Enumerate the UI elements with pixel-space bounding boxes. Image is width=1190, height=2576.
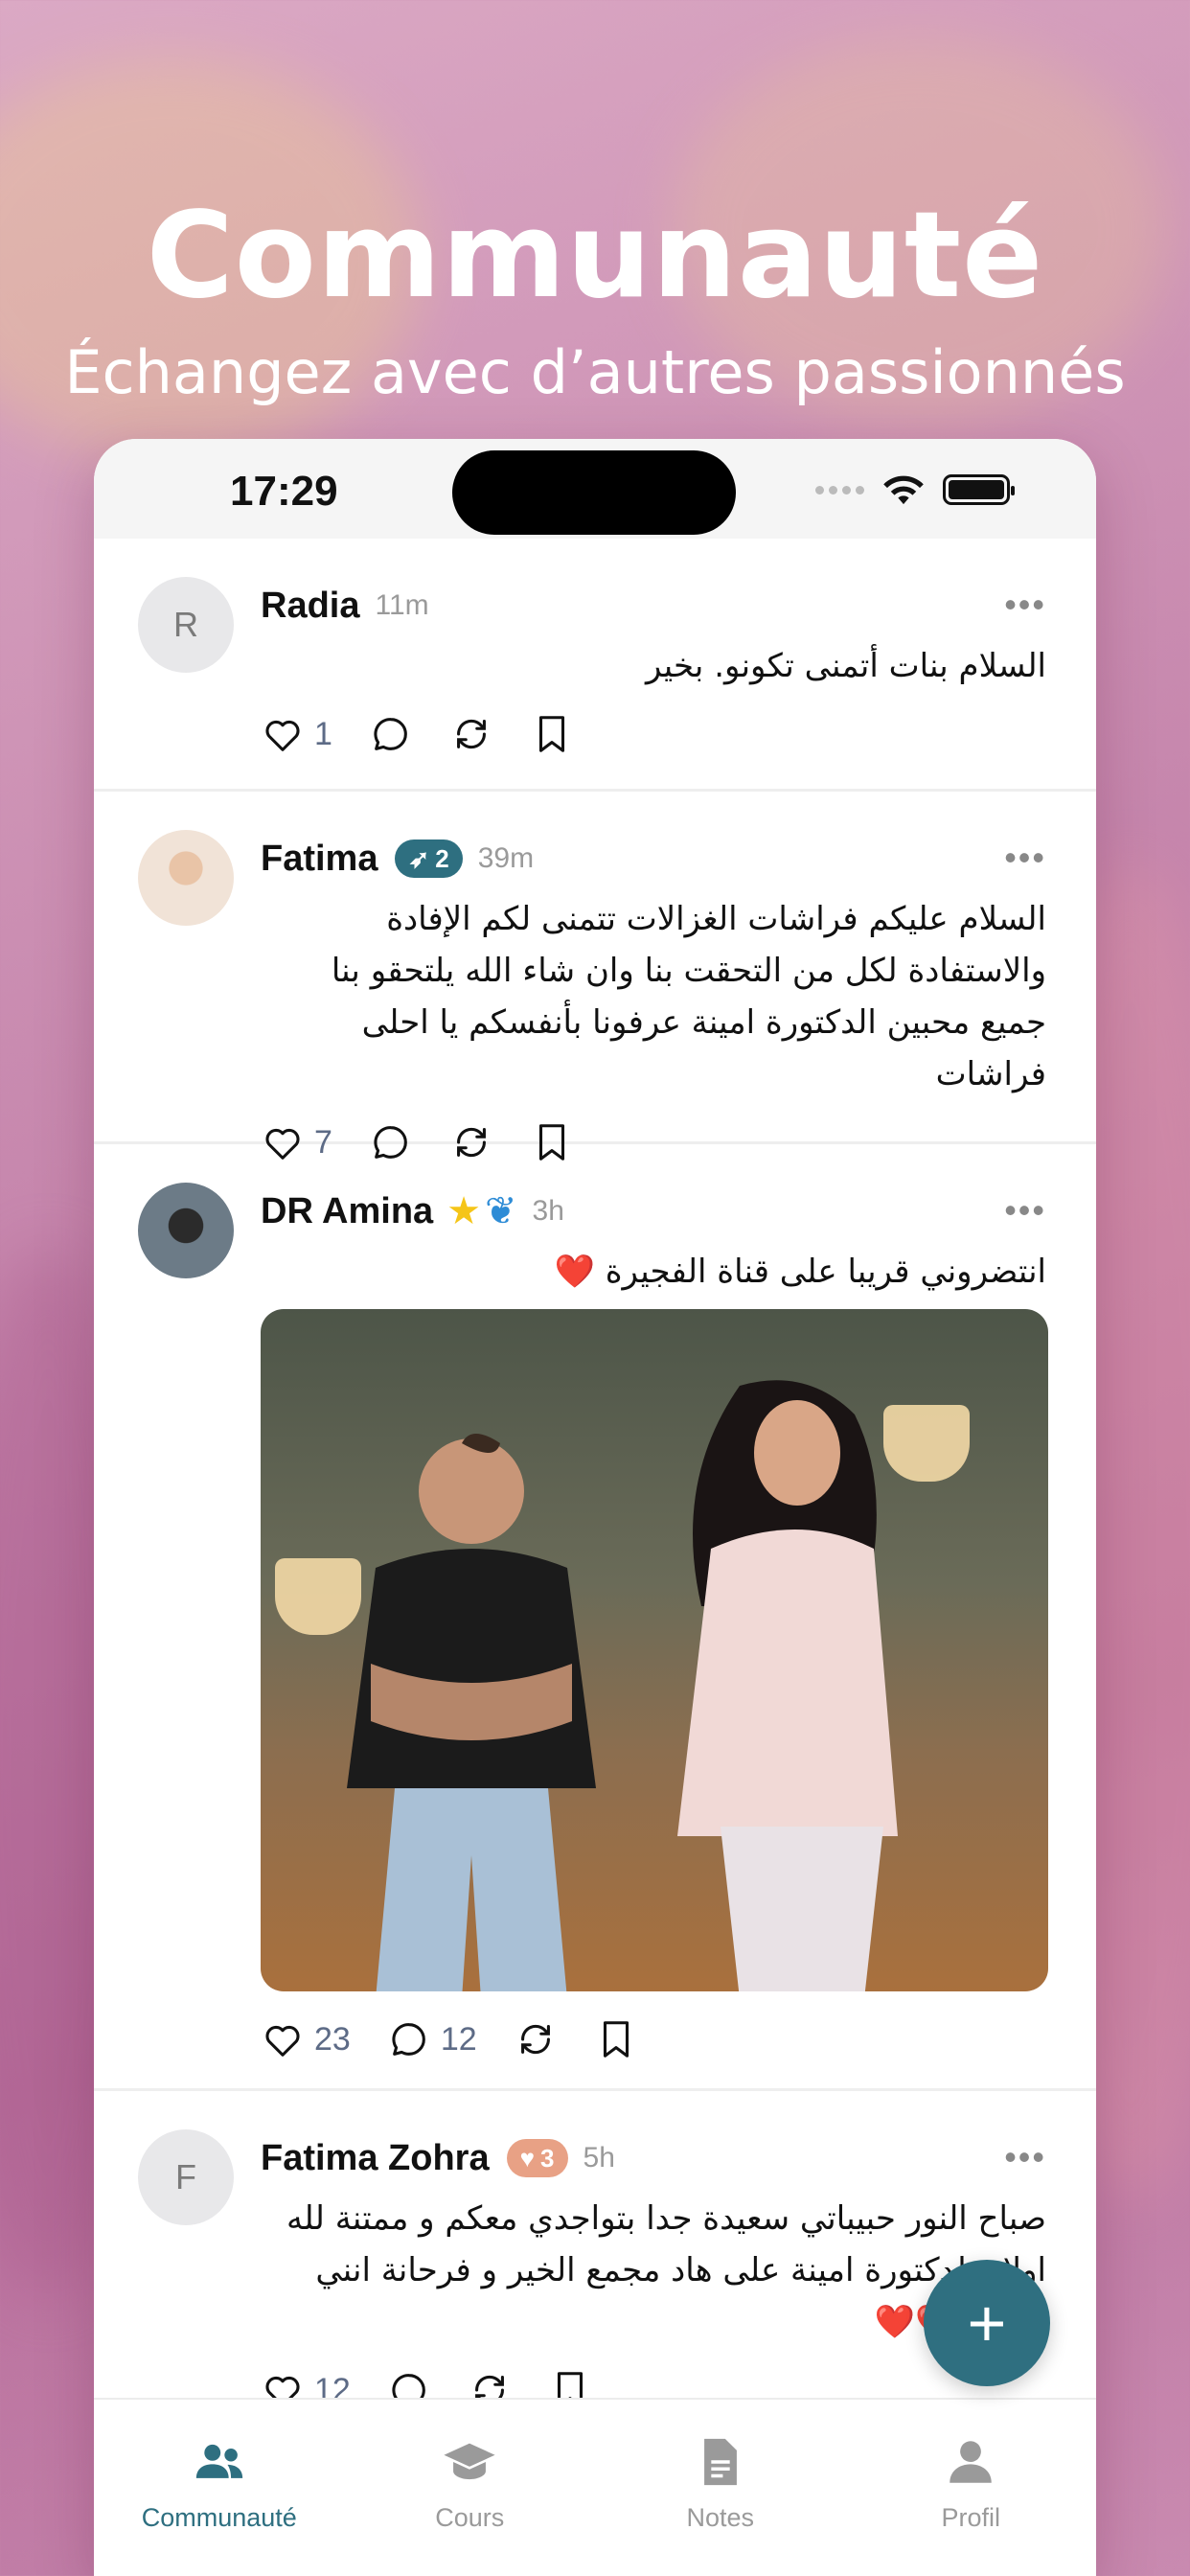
phone-frame: 17:29 R Radia 11m ••• السلام بنات أتمنى … xyxy=(94,439,1096,2576)
hero-title: Communauté xyxy=(146,187,1044,325)
like-count: 23 xyxy=(314,2020,351,2058)
man-figure xyxy=(347,1434,596,1991)
more-options-icon[interactable]: ••• xyxy=(1004,585,1046,625)
post-time: 39m xyxy=(477,842,535,874)
post-card[interactable]: Fatima ➶ 2 39m ••• السلام عليكم فراشات ا… xyxy=(94,792,1096,1161)
avatar[interactable]: R xyxy=(138,577,234,673)
repost-button[interactable] xyxy=(468,2368,512,2398)
status-time: 17:29 xyxy=(230,468,338,515)
like-count: 12 xyxy=(314,2371,351,2399)
post-image[interactable] xyxy=(261,1309,1048,1991)
bookmark-icon xyxy=(603,2021,629,2058)
bookmark-button[interactable] xyxy=(548,2368,592,2398)
tab-label: Notes xyxy=(686,2503,755,2532)
new-post-button[interactable]: + xyxy=(924,2260,1050,2386)
bookmark-button[interactable] xyxy=(594,2017,638,2061)
users-icon xyxy=(195,2444,242,2478)
tab-cours[interactable]: Cours xyxy=(345,2400,596,2576)
comment-count: 12 xyxy=(440,2020,477,2058)
author-name[interactable]: Radia xyxy=(261,586,359,627)
more-options-icon[interactable]: ••• xyxy=(1004,2137,1046,2177)
badge-count: 2 xyxy=(435,843,449,873)
repost-button[interactable] xyxy=(514,2017,558,2061)
heart-icon xyxy=(265,720,300,751)
hero-subtitle: Échangez avec d’autres passionnés xyxy=(64,337,1126,407)
avatar[interactable]: F xyxy=(138,2129,234,2225)
rocket-icon: ➶ xyxy=(408,843,430,873)
comment-icon xyxy=(374,718,407,750)
signal-icon xyxy=(815,485,864,494)
post-time: 5h xyxy=(583,2142,615,2174)
woman-figure xyxy=(677,1380,898,1991)
comment-button[interactable]: 12 xyxy=(387,2017,477,2061)
tab-notes[interactable]: Notes xyxy=(595,2400,846,2576)
butterfly-icon: ❦ xyxy=(485,1190,517,1232)
repost-icon xyxy=(520,2024,550,2055)
post-text: السلام بنات أتمنى تكونو. بخير xyxy=(645,647,1046,685)
tab-label: Cours xyxy=(435,2503,505,2532)
dynamic-island xyxy=(452,450,736,535)
avatar[interactable] xyxy=(138,830,234,926)
tab-label: Communauté xyxy=(141,2503,297,2532)
user-icon xyxy=(950,2441,992,2483)
author-name[interactable]: DR Amina xyxy=(261,1191,433,1232)
level-badge: ➶ 2 xyxy=(395,840,463,878)
post-time: 11m xyxy=(375,589,429,621)
repost-icon xyxy=(474,2375,504,2398)
status-bar: 17:29 xyxy=(94,439,1096,539)
star-icon: ★ xyxy=(446,1190,482,1232)
avatar[interactable] xyxy=(138,1183,234,1278)
wifi-icon xyxy=(883,475,924,505)
post-card[interactable]: DR Amina ★ ❦ 3h ••• انتضروني قريبا على ق… xyxy=(94,1144,1096,2091)
like-button[interactable]: 12 xyxy=(261,2368,351,2398)
post-card[interactable]: R Radia 11m ••• السلام بنات أتمنى تكونو.… xyxy=(94,539,1096,792)
like-count: 1 xyxy=(314,715,332,752)
repost-icon xyxy=(456,719,486,749)
like-button[interactable]: 23 xyxy=(261,2017,351,2061)
like-button[interactable]: 1 xyxy=(261,712,332,756)
comment-icon xyxy=(392,2023,425,2056)
post-text: السلام عليكم فراشات الغزالات تتمنى لكم ا… xyxy=(331,900,1046,1093)
battery-icon xyxy=(943,474,1015,505)
heart-icon: ♥ xyxy=(519,2143,536,2173)
graduation-cap-icon xyxy=(444,2443,495,2480)
post-time: 3h xyxy=(532,1195,564,1227)
more-options-icon[interactable]: ••• xyxy=(1004,1190,1046,1230)
tab-profil[interactable]: Profil xyxy=(846,2400,1097,2576)
post-text: انتضروني قريبا على قناة الفجيرة ❤️ xyxy=(554,1253,1046,1291)
heart-icon xyxy=(265,2025,300,2057)
repost-button[interactable] xyxy=(449,712,493,756)
bookmark-icon xyxy=(538,716,564,752)
more-options-icon[interactable]: ••• xyxy=(1004,838,1046,878)
feed[interactable]: R Radia 11m ••• السلام بنات أتمنى تكونو.… xyxy=(94,539,1096,2398)
tab-label: Profil xyxy=(941,2503,1000,2532)
comment-button[interactable] xyxy=(369,712,413,756)
document-icon xyxy=(703,2438,737,2486)
bookmark-icon xyxy=(557,2372,583,2398)
tab-bar: Communauté Cours Notes Profil xyxy=(94,2398,1096,2576)
comment-button[interactable] xyxy=(387,2368,431,2398)
heart-icon xyxy=(265,2376,300,2398)
comment-icon xyxy=(392,2374,425,2398)
tab-communaute[interactable]: Communauté xyxy=(94,2400,345,2576)
author-name[interactable]: Fatima xyxy=(261,839,378,880)
level-badge: ♥ 3 xyxy=(506,2139,568,2177)
badge-count: 3 xyxy=(540,2143,555,2173)
author-name[interactable]: Fatima Zohra xyxy=(261,2138,490,2179)
bookmark-button[interactable] xyxy=(530,712,574,756)
